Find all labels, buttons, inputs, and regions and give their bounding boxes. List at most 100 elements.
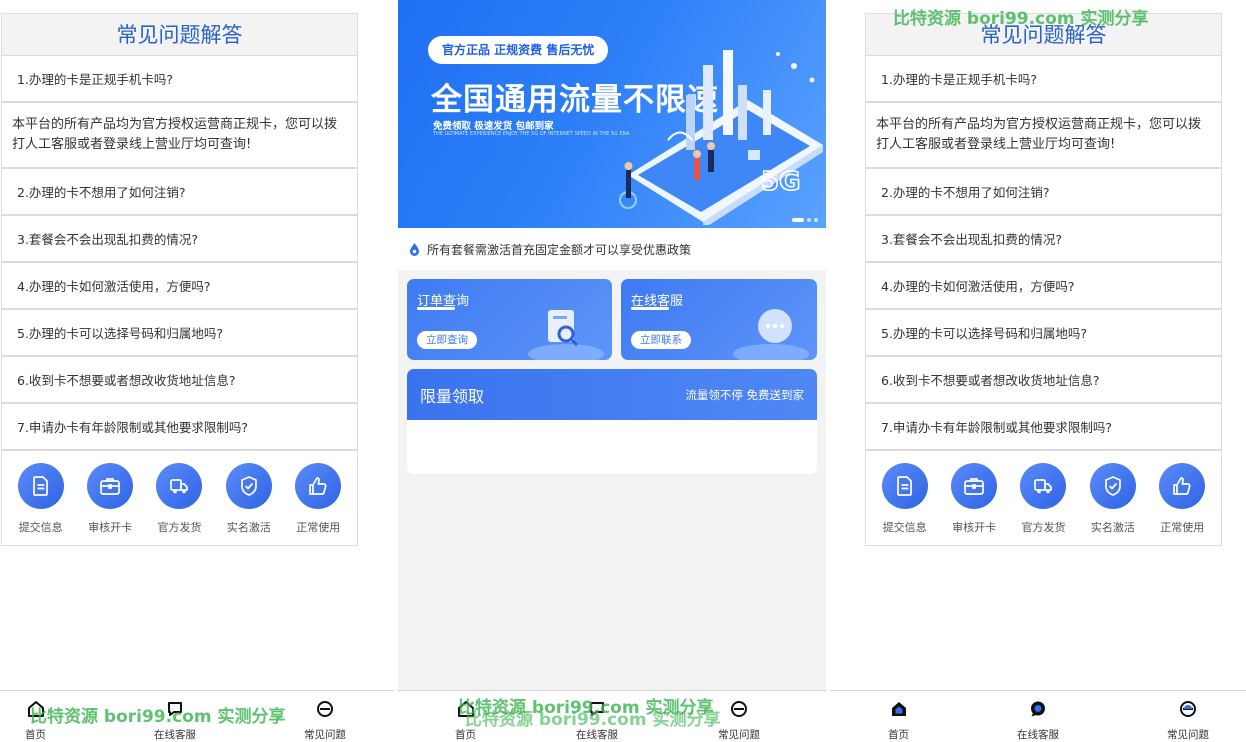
activation-notice: 所有套餐需激活首充固定金额才可以享受优惠政策	[398, 228, 826, 270]
nav-label: 在线客服	[1017, 729, 1059, 741]
home-icon	[27, 700, 45, 718]
step-review: 审核开卡	[78, 463, 142, 535]
phone-city-illustration: 5G	[619, 50, 823, 225]
faq-question-4[interactable]: 4.办理的卡如何激活使用，方便吗?	[2, 263, 357, 310]
faq-title: 常见问题解答	[2, 14, 357, 56]
nav-faq[interactable]: 常见问题	[304, 691, 346, 742]
step-review: 审核开卡	[942, 463, 1006, 535]
nav-service[interactable]: 在线客服	[576, 691, 618, 742]
nav-faq[interactable]: 常见问题	[718, 691, 760, 742]
order-query-button[interactable]: 立即查询	[417, 331, 477, 349]
delivery-truck-icon	[156, 463, 203, 509]
home-page: 官方正品 正规资费 售后无忧 全国通用流量不限速 免费领取 极速发货 包邮到家 …	[398, 0, 826, 690]
document-icon	[881, 463, 928, 509]
step-label: 提交信息	[882, 521, 927, 534]
bottom-nav-right: 首页 在线客服 常见问题	[830, 690, 1246, 742]
banner-dot-active[interactable]	[792, 218, 804, 222]
nav-label: 首页	[25, 729, 46, 741]
bottom-nav-center: 首页 在线客服 常见问题	[398, 690, 826, 742]
home-icon	[457, 700, 475, 718]
banner-5g-badge: 5G	[761, 167, 800, 197]
nav-label: 首页	[455, 729, 476, 741]
contact-now-button[interactable]: 立即联系	[631, 331, 691, 349]
nav-label: 在线客服	[154, 729, 196, 741]
step-label: 实名激活	[226, 521, 271, 534]
limited-offer-title: 限量领取	[420, 386, 485, 406]
title-underline	[631, 307, 669, 310]
process-steps: 提交信息 审核开卡 官方发货 实名激活 正常使用	[2, 451, 357, 545]
faq-question-3[interactable]: 3.套餐会不会出现乱扣费的情况?	[2, 216, 357, 263]
question-circle-icon	[1179, 700, 1197, 718]
nav-faq[interactable]: 常见问题	[1167, 691, 1209, 742]
home-icon	[890, 700, 908, 718]
banner-subline: 免费领取 极速发货 包邮到家	[433, 121, 554, 132]
search-document-icon	[528, 310, 604, 360]
faq-question-4[interactable]: 4.办理的卡如何激活使用，方便吗?	[866, 263, 1221, 310]
limited-offer-subtitle: 流量领不停 免费送到家	[685, 387, 804, 402]
step-shipping: 官方发货	[147, 463, 211, 535]
step-use: 正常使用	[286, 463, 350, 535]
banner-pagination[interactable]	[792, 218, 818, 222]
faq-panel-left: 常见问题解答 1.办理的卡是正规手机卡吗? 本平台的所有产品均为官方授权运营商正…	[1, 13, 358, 546]
nav-label: 在线客服	[576, 729, 618, 741]
faq-answer-1: 本平台的所有产品均为官方授权运营商正规卡，您可以拨打人工客服或者登录线上营业厅均…	[866, 103, 1221, 169]
question-circle-icon	[316, 700, 334, 718]
step-activate: 实名激活	[217, 463, 281, 535]
chat-icon	[166, 700, 184, 718]
banner-tagline: 官方正品 正规资费 售后无忧	[428, 36, 609, 64]
step-label: 官方发货	[1021, 521, 1066, 534]
nav-service[interactable]: 在线客服	[1017, 691, 1059, 742]
question-circle-icon	[730, 700, 748, 718]
faq-question-1[interactable]: 1.办理的卡是正规手机卡吗?	[2, 56, 357, 103]
chat-icon	[1029, 700, 1047, 718]
step-label: 提交信息	[18, 521, 63, 534]
briefcase-icon	[951, 463, 998, 509]
shield-check-icon	[1089, 463, 1136, 509]
step-use: 正常使用	[1150, 463, 1214, 535]
faq-question-6[interactable]: 6.收到卡不想要或者想改收货地址信息?	[866, 357, 1221, 404]
limited-offer-header: 限量领取 流量领不停 免费送到家	[407, 369, 817, 420]
nav-label: 常见问题	[718, 729, 760, 741]
nav-home[interactable]: 首页	[25, 691, 46, 742]
info-drop-icon	[408, 242, 421, 257]
nav-home[interactable]: 首页	[455, 691, 476, 742]
step-submit: 提交信息	[9, 463, 73, 535]
step-label: 正常使用	[1160, 521, 1205, 534]
order-query-card[interactable]: 订单查询 立即查询	[407, 279, 612, 360]
nav-label: 常见问题	[1167, 729, 1209, 741]
banner-dot[interactable]	[807, 218, 811, 222]
faq-question-2[interactable]: 2.办理的卡不想用了如何注销?	[2, 169, 357, 216]
faq-title: 常见问题解答	[866, 14, 1221, 56]
briefcase-icon	[87, 463, 134, 509]
chat-bubble-icon	[733, 309, 809, 360]
nav-label: 首页	[888, 729, 909, 741]
faq-question-6[interactable]: 6.收到卡不想要或者想改收货地址信息?	[2, 357, 357, 404]
thumbs-up-icon	[1159, 463, 1206, 509]
faq-question-1[interactable]: 1.办理的卡是正规手机卡吗?	[866, 56, 1221, 103]
faq-question-7[interactable]: 7.申请办卡有年龄限制或其他要求限制吗?	[866, 404, 1221, 451]
faq-question-3[interactable]: 3.套餐会不会出现乱扣费的情况?	[866, 216, 1221, 263]
step-label: 正常使用	[296, 521, 341, 534]
faq-question-5[interactable]: 5.办理的卡可以选择号码和归属地吗?	[2, 310, 357, 357]
faq-panel-right: 常见问题解答 1.办理的卡是正规手机卡吗? 本平台的所有产品均为官方授权运营商正…	[865, 13, 1222, 546]
thumbs-up-icon	[295, 463, 342, 509]
chat-icon	[588, 700, 606, 718]
bottom-nav-left: 首页 在线客服 常见问题	[0, 690, 394, 742]
process-steps: 提交信息 审核开卡 官方发货 实名激活 正常使用	[866, 451, 1221, 545]
document-icon	[17, 463, 64, 509]
faq-question-2[interactable]: 2.办理的卡不想用了如何注销?	[866, 169, 1221, 216]
step-label: 审核开卡	[952, 521, 997, 534]
faq-question-5[interactable]: 5.办理的卡可以选择号码和归属地吗?	[866, 310, 1221, 357]
faq-question-7[interactable]: 7.申请办卡有年龄限制或其他要求限制吗?	[2, 404, 357, 451]
step-label: 实名激活	[1090, 521, 1135, 534]
promo-banner[interactable]: 官方正品 正规资费 售后无忧 全国通用流量不限速 免费领取 极速发货 包邮到家 …	[398, 0, 826, 228]
online-service-card[interactable]: 在线客服 立即联系	[621, 279, 817, 360]
shield-check-icon	[225, 463, 272, 509]
notice-text: 所有套餐需激活首充固定金额才可以享受优惠政策	[427, 242, 692, 257]
banner-dot[interactable]	[814, 218, 818, 222]
nav-service[interactable]: 在线客服	[154, 691, 196, 742]
title-underline	[417, 307, 455, 310]
step-activate: 实名激活	[1081, 463, 1145, 535]
nav-home[interactable]: 首页	[888, 691, 909, 742]
step-label: 官方发货	[157, 521, 202, 534]
